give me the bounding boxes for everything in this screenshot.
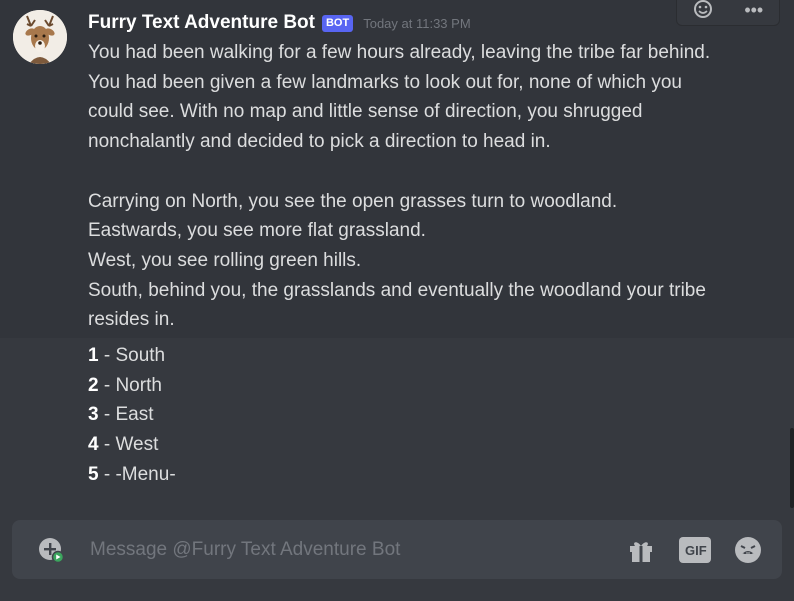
username[interactable]: Furry Text Adventure Bot [88, 12, 315, 34]
add-reaction-icon[interactable] [693, 0, 713, 22]
gift-icon[interactable] [627, 536, 655, 564]
gif-button[interactable]: GIF [679, 537, 711, 563]
option-label: - West [98, 434, 159, 456]
option-label: - -Menu- [98, 463, 176, 485]
option-number: 1 [88, 345, 99, 366]
option-item: 2 - North [88, 371, 176, 401]
message-actions-bar: ••• [676, 0, 780, 26]
message-content: You had been walking for a few hours alr… [88, 38, 728, 335]
option-number: 3 [88, 404, 99, 426]
option-label: - South [98, 345, 166, 366]
message-input[interactable] [88, 532, 572, 568]
direction-west-line: West, you see rolling green hills. [88, 249, 362, 271]
add-attachment-icon[interactable] [38, 537, 65, 564]
option-item: 5 - -Menu- [88, 460, 176, 490]
emoji-icon[interactable] [733, 535, 763, 565]
option-label: - North [98, 374, 162, 396]
message-header: Furry Text Adventure Bot BOT Today at 11… [88, 10, 471, 36]
avatar[interactable] [13, 10, 67, 64]
direction-east-line: Eastwards, you see more flat grassland. [88, 220, 426, 242]
timestamp[interactable]: Today at 11:33 PM [363, 16, 470, 31]
direction-south-line: South, behind you, the grasslands and ev… [88, 279, 706, 331]
option-number: 4 [88, 434, 99, 456]
story-paragraph: You had been walking for a few hours alr… [88, 42, 711, 153]
option-item: 1 - South [88, 341, 176, 371]
option-number: 5 [88, 463, 99, 485]
option-item: 4 - West [88, 430, 176, 460]
option-item: 3 - East [88, 400, 176, 430]
message-composer: GIF [12, 520, 782, 579]
bot-tag-badge: BOT [321, 14, 354, 32]
more-icon[interactable]: ••• [744, 1, 763, 19]
option-label: - East [98, 404, 154, 426]
option-number: 2 [88, 374, 99, 396]
direction-north-line: Carrying on North, you see the open gras… [88, 190, 618, 212]
scrollbar-thumb[interactable] [790, 428, 794, 508]
option-list: 1 - South 2 - North 3 - East 4 - West 5 … [88, 341, 176, 490]
